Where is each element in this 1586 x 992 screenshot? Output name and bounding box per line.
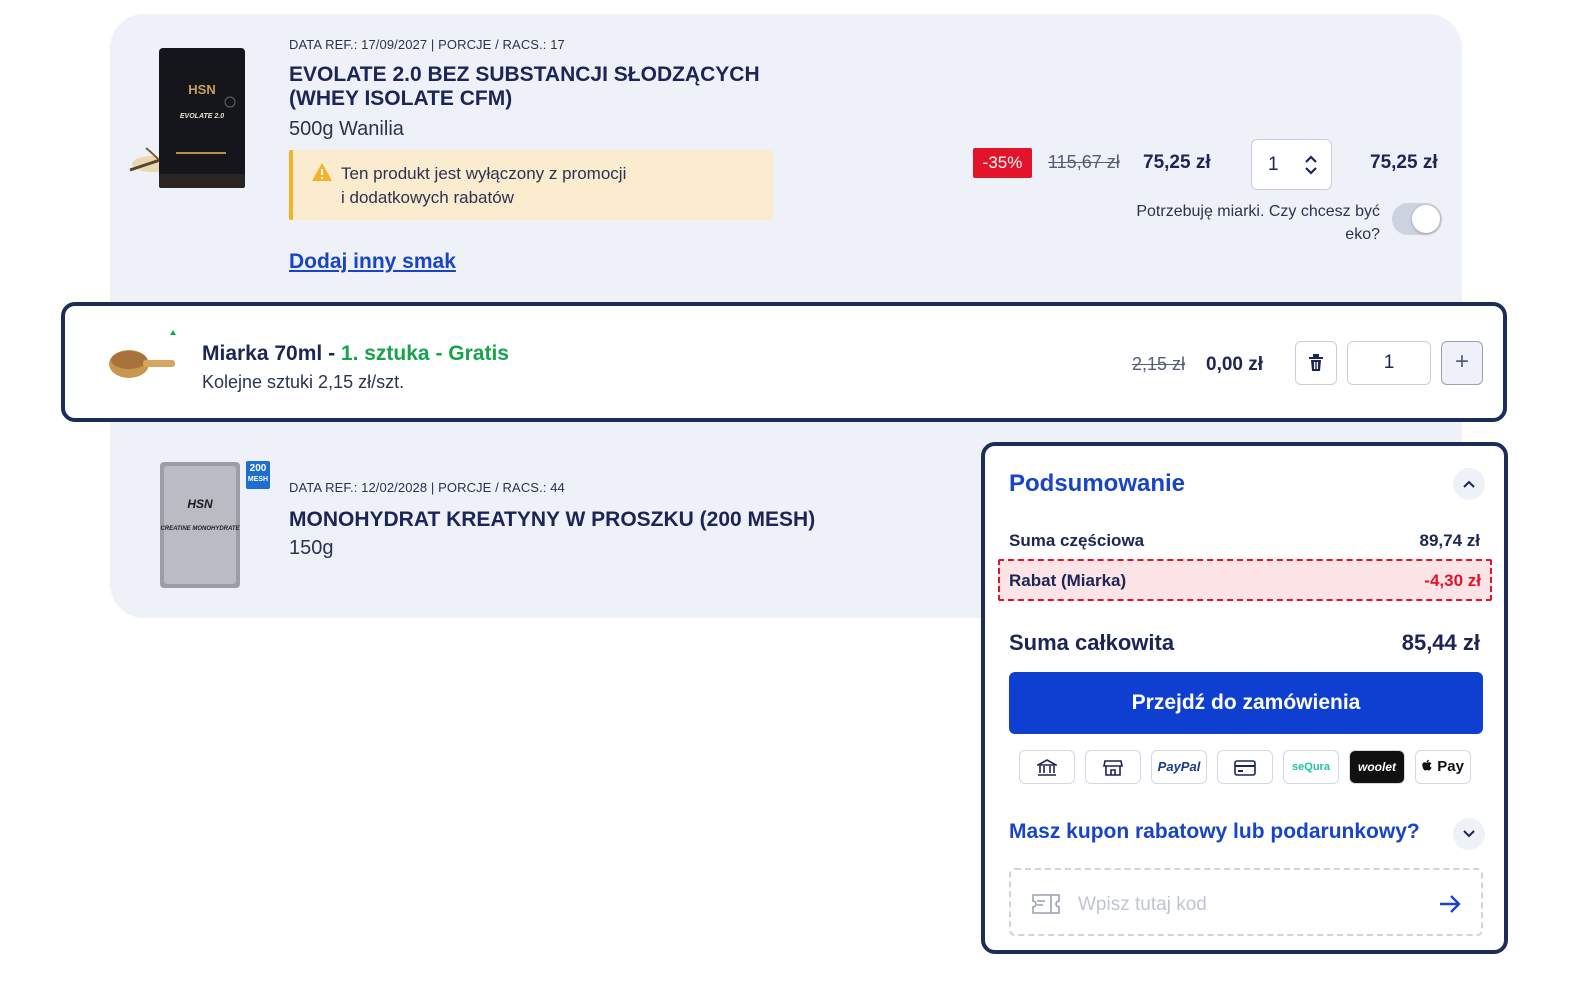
apple-pay-icon: Pay [1415, 750, 1471, 784]
quantity-select[interactable]: 1 [1251, 139, 1332, 190]
collapse-summary-button[interactable] [1453, 468, 1485, 500]
product-image-brand: HSN [188, 82, 215, 97]
order-summary: Podsumowanie Suma częściowa 89,74 zł Rab… [981, 442, 1508, 954]
product-ref: DATA REF.: 17/09/2027 | PORCJE / RACS.: … [289, 37, 565, 52]
scoop-quantity-input[interactable]: 1 [1347, 341, 1431, 385]
trash-icon [1309, 354, 1323, 371]
recycle-icon [170, 330, 176, 335]
arrow-right-icon[interactable] [1439, 894, 1461, 914]
bank-transfer-icon [1019, 750, 1075, 784]
paypal-icon: PayPal [1151, 750, 1207, 784]
product-ref: DATA REF.: 12/02/2028 | PORCJE / RACS.: … [289, 480, 565, 495]
scoop-image [93, 326, 181, 398]
promo-exclusion-warning: Ten produkt jest wyłączony z promocji i … [289, 150, 773, 220]
discount-value: -4,30 zł [1424, 571, 1481, 590]
product-title[interactable]: MONOHYDRAT KREATYNY W PROSZKU (200 MESH) [289, 508, 889, 532]
total-label: Suma całkowita [1009, 630, 1175, 655]
scoop-old-price: 2,15 zł [1132, 354, 1186, 374]
product-variant: 500g Wanilia [289, 118, 404, 140]
product-image-name: EVOLATE 2.0 [180, 113, 224, 120]
warning-text: Ten produkt jest wyłączony z promocji i … [341, 162, 741, 210]
unit-price: 75,25 zł [1143, 152, 1211, 173]
woolet-icon: woolet [1349, 750, 1405, 784]
product-image-brand: HSN [187, 497, 213, 511]
discount-badge: -35% [973, 148, 1032, 178]
warning-line-1: Ten produkt jest wyłączony z promocji [341, 164, 627, 183]
subtotal-label: Suma częściowa [1009, 531, 1145, 550]
payment-methods: PayPal seQura woolet Pay [1019, 750, 1475, 784]
delete-button[interactable] [1295, 341, 1337, 385]
scoop-title: Miarka 70ml - 1. sztuka - Gratis [202, 342, 509, 366]
scoop-name: Miarka 70ml - [202, 342, 341, 365]
scoop-subtitle: Kolejne sztuki 2,15 zł/szt. [202, 372, 405, 392]
mesh-badge: 200 MESH [246, 461, 270, 489]
card-icon [1217, 750, 1273, 784]
scoop-price: 0,00 zł [1206, 354, 1264, 375]
product-image-evolate[interactable]: HSN EVOLATE 2.0 [126, 44, 274, 192]
scoop-item: Miarka 70ml - 1. sztuka - Gratis Kolejne… [61, 302, 1507, 422]
toggle-knob [1412, 205, 1440, 233]
line-total: 75,25 zł [1370, 152, 1438, 173]
product-title[interactable]: EVOLATE 2.0 BEZ SUBSTANCJI SŁODZĄCYCH (W… [289, 63, 769, 111]
discount-row: Rabat (Miarka) -4,30 zł [998, 559, 1492, 601]
scoop-promo: 1. sztuka - Gratis [340, 342, 509, 365]
coupon-placeholder: Wpisz tutaj kod [1078, 894, 1207, 915]
warning-line-2: i dodatkowych rabatów [341, 188, 514, 207]
old-price: 115,67 zł [1048, 152, 1120, 172]
increase-quantity-button[interactable]: + [1441, 341, 1483, 385]
eko-toggle[interactable] [1392, 203, 1442, 235]
ticket-icon [1032, 894, 1060, 914]
checkout-button[interactable]: Przejdź do zamówienia [1009, 672, 1483, 734]
chevron-up-icon [1463, 480, 1475, 488]
mesh-badge-number: 200 [249, 463, 267, 474]
quantity-value: 1 [1268, 154, 1279, 175]
summary-title: Podsumowanie [1009, 470, 1186, 497]
product-image-name: CREATINE MONOHYDRATE [160, 526, 240, 532]
store-icon [1085, 750, 1141, 784]
warning-icon [312, 163, 332, 181]
sequra-icon: seQura [1283, 750, 1339, 784]
coupon-toggle[interactable]: Masz kupon rabatowy lub podarunkowy? [1009, 820, 1420, 844]
up-down-arrows-icon [1305, 155, 1317, 175]
coupon-field[interactable]: Wpisz tutaj kod [1009, 868, 1483, 936]
subtotal-value: 89,74 zł [1419, 531, 1481, 550]
chevron-down-icon [1463, 830, 1475, 838]
discount-label: Rabat (Miarka) [1009, 571, 1127, 590]
apple-pay-label: Pay [1433, 758, 1464, 775]
product-variant: 150g [289, 537, 334, 559]
total-value: 85,44 zł [1401, 630, 1480, 655]
eko-question: Potrzebuję miarki. Czy chcesz być eko? [1136, 203, 1380, 243]
mesh-badge-label: MESH [247, 476, 269, 483]
expand-coupon-button[interactable] [1453, 818, 1485, 850]
add-flavor-link[interactable]: Dodaj inny smak [289, 250, 456, 274]
